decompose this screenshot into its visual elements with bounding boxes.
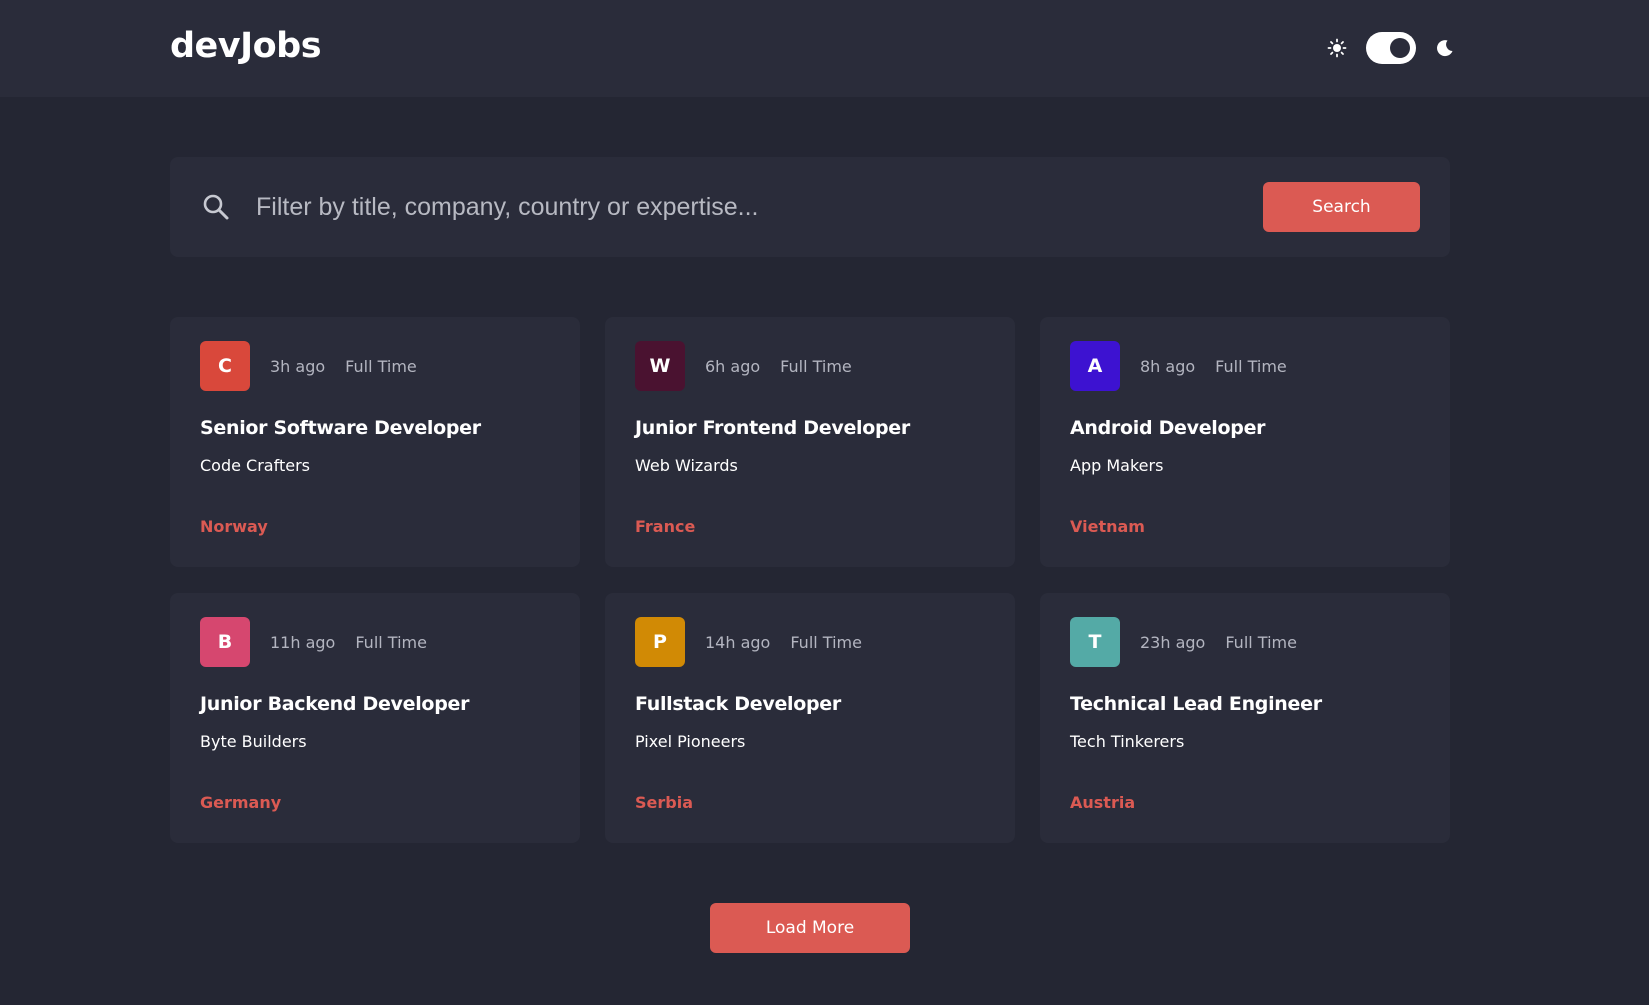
- company-logo: W: [635, 341, 685, 391]
- app-logo[interactable]: devJobs: [170, 26, 322, 66]
- theme-toggle[interactable]: [1366, 32, 1416, 64]
- company-name: Web Wizards: [635, 456, 738, 475]
- moon-icon: [1434, 37, 1456, 59]
- contract-type: Full Time: [790, 632, 862, 652]
- job-card[interactable]: C 3h ago Full Time Senior Software Devel…: [170, 317, 580, 567]
- posted-time: 3h ago: [270, 356, 326, 376]
- job-location: Austria: [1070, 793, 1136, 812]
- toggle-knob: [1390, 38, 1410, 58]
- job-meta: A 8h ago Full Time: [1070, 341, 1420, 391]
- job-list: C 3h ago Full Time Senior Software Devel…: [170, 317, 1450, 843]
- job-meta: W 6h ago Full Time: [635, 341, 985, 391]
- company-name: App Makers: [1070, 456, 1164, 475]
- company-name: Code Crafters: [200, 456, 310, 475]
- contract-type: Full Time: [345, 356, 417, 376]
- job-title[interactable]: Fullstack Developer: [635, 693, 985, 715]
- company-name: Pixel Pioneers: [635, 732, 746, 751]
- search-icon: [202, 193, 230, 221]
- job-card[interactable]: A 8h ago Full Time Android Developer App…: [1040, 317, 1450, 567]
- job-meta: P 14h ago Full Time: [635, 617, 985, 667]
- sun-icon: [1326, 37, 1348, 59]
- theme-switch: [1326, 30, 1456, 66]
- load-more-button[interactable]: Load More: [710, 903, 910, 953]
- posted-time: 8h ago: [1140, 356, 1196, 376]
- company-logo: B: [200, 617, 250, 667]
- company-logo: T: [1070, 617, 1120, 667]
- contract-type: Full Time: [780, 356, 852, 376]
- job-title[interactable]: Junior Frontend Developer: [635, 417, 985, 439]
- contract-type: Full Time: [1215, 356, 1287, 376]
- job-location: Germany: [200, 793, 282, 812]
- posted-time: 23h ago: [1140, 632, 1206, 652]
- job-meta: C 3h ago Full Time: [200, 341, 550, 391]
- job-location: Vietnam: [1070, 517, 1145, 536]
- job-title[interactable]: Junior Backend Developer: [200, 693, 550, 715]
- job-card[interactable]: W 6h ago Full Time Junior Frontend Devel…: [605, 317, 1015, 567]
- company-logo: A: [1070, 341, 1120, 391]
- contract-type: Full Time: [1225, 632, 1297, 652]
- contract-type: Full Time: [355, 632, 427, 652]
- job-meta: B 11h ago Full Time: [200, 617, 550, 667]
- job-location: Norway: [200, 517, 268, 536]
- job-card[interactable]: B 11h ago Full Time Junior Backend Devel…: [170, 593, 580, 843]
- company-logo: P: [635, 617, 685, 667]
- job-title[interactable]: Senior Software Developer: [200, 417, 550, 439]
- company-logo: C: [200, 341, 250, 391]
- search-bar: Search: [170, 157, 1450, 257]
- top-bar: devJobs: [0, 0, 1649, 97]
- search-input[interactable]: [256, 185, 1196, 229]
- company-name: Byte Builders: [200, 732, 307, 751]
- posted-time: 14h ago: [705, 632, 771, 652]
- job-location: Serbia: [635, 793, 693, 812]
- job-meta: T 23h ago Full Time: [1070, 617, 1420, 667]
- job-title[interactable]: Android Developer: [1070, 417, 1420, 439]
- posted-time: 11h ago: [270, 632, 336, 652]
- company-name: Tech Tinkerers: [1070, 732, 1185, 751]
- job-location: France: [635, 517, 696, 536]
- search-button[interactable]: Search: [1263, 182, 1420, 232]
- posted-time: 6h ago: [705, 356, 761, 376]
- job-card[interactable]: T 23h ago Full Time Technical Lead Engin…: [1040, 593, 1450, 843]
- job-title[interactable]: Technical Lead Engineer: [1070, 693, 1420, 715]
- job-card[interactable]: P 14h ago Full Time Fullstack Developer …: [605, 593, 1015, 843]
